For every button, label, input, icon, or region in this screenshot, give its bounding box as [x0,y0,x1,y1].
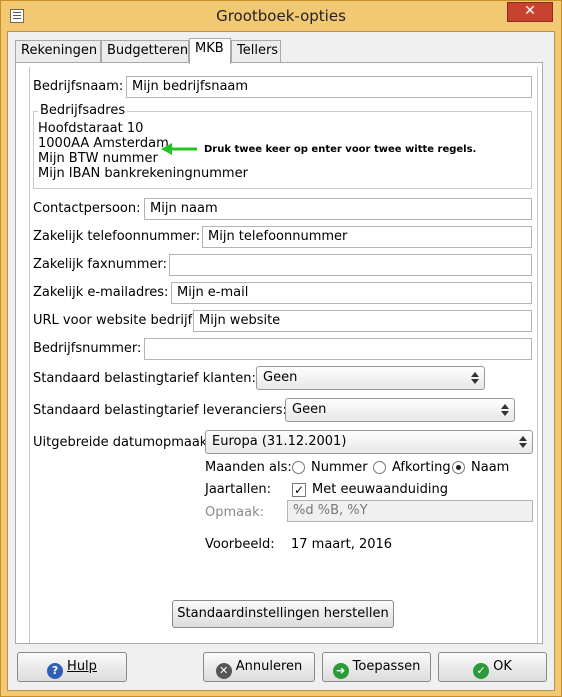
date-format-combo[interactable]: Europa (31.12.2001) [205,430,533,454]
email-label: Zakelijk e-mailadres: [33,285,169,300]
help-label: Hulp [67,659,97,674]
years-century-checkbox[interactable]: ✓ [292,483,306,497]
custom-format-field: %d %B, %Y [287,500,533,522]
phone-label: Zakelijk telefoonnummer: [33,229,201,244]
address-line: Hoofdstaraat 10 [38,121,144,136]
date-format-value: Europa (31.12.2001) [212,434,347,449]
combo-arrows-icon [470,371,480,385]
months-abbrev-radio[interactable] [373,461,386,474]
email-field[interactable]: Mijn e-mail [171,282,532,304]
custom-format-label: Opmaak: [205,505,264,520]
vendor-tax-value: Geen [292,402,327,417]
years-label: Jaartallen: [205,482,272,497]
vendor-tax-label: Standaard belastingtarief leveranciers: [33,403,287,418]
months-name-radio[interactable] [452,461,465,474]
date-format-label: Uitgebreide datumopmaak [33,435,208,450]
window-title: Grootboek-opties [216,7,346,25]
dialog-window: Grootboek-opties ✕ Rekeningen Budgettere… [0,0,562,697]
customer-tax-value: Geen [263,370,298,385]
company-id-field[interactable] [144,338,532,360]
reset-defaults-button[interactable]: Standaardinstellingen herstellen [172,600,394,628]
ok-icon: ✓ [473,663,490,679]
months-number-radio[interactable] [292,461,305,474]
contact-label: Contactpersoon: [33,201,141,216]
dialog-client: Rekeningen Budgetteren MKB Tellers Bedri… [7,31,555,691]
phone-field[interactable]: Mijn telefoonnummer [202,226,532,248]
combo-arrows-icon [518,435,528,449]
apply-icon: ➜ [332,663,349,679]
ok-label: OK [493,659,512,674]
address-group-title: Bedrijfsadres [38,103,128,118]
contact-field[interactable]: Mijn naam [144,198,532,220]
help-icon: ? [47,663,64,679]
combo-arrows-icon [500,403,510,417]
panel-divider [29,67,30,643]
close-icon: ✕ [524,3,536,19]
fax-field[interactable] [169,254,532,276]
company-name-field[interactable]: Mijn bedrijfsnaam [126,76,532,98]
years-century-label[interactable]: Met eeuwaanduiding [312,482,448,497]
address-line: Mijn IBAN bankrekeningnummer [38,166,248,181]
address-hint: Druk twee keer op enter voor twee witte … [204,144,477,155]
months-label: Maanden als: [205,460,292,475]
cancel-icon: ✕ [215,663,232,679]
cancel-button[interactable]: ✕ Annuleren [203,652,315,682]
tab-mkb[interactable]: MKB [189,38,231,64]
green-arrow-icon [161,143,197,155]
months-abbrev-label[interactable]: Afkorting [392,460,451,475]
months-name-label[interactable]: Naam [471,460,509,475]
help-button[interactable]: ? Hulp [17,652,127,682]
url-label: URL voor website bedrijf: [33,313,197,328]
company-name-label: Bedrijfsnaam: [33,79,124,94]
vendor-tax-combo[interactable]: Geen [285,398,515,422]
title-bar[interactable]: Grootboek-opties ✕ [1,1,561,31]
example-label: Voorbeeld: [205,537,275,552]
checkmark-icon: ✓ [293,483,305,497]
months-number-label[interactable]: Nummer [311,460,368,475]
apply-button[interactable]: ➜ Toepassen [322,652,431,682]
ok-button[interactable]: ✓ OK [438,652,547,682]
fax-label: Zakelijk faxnummer: [33,257,167,272]
cancel-label: Annuleren [235,659,303,674]
mkb-panel: Bedrijfsnaam: Mijn bedrijfsnaam Bedrijfs… [15,62,543,644]
panel-divider [537,67,538,643]
customer-tax-combo[interactable]: Geen [256,366,485,390]
tab-rekeningen[interactable]: Rekeningen [15,40,101,62]
tab-budgetteren[interactable]: Budgetteren [101,40,189,62]
company-id-label: Bedrijfsnummer: [33,341,142,356]
tab-tellers[interactable]: Tellers [231,40,281,62]
example-value: 17 maart, 2016 [291,537,393,552]
company-address-group: Bedrijfsadres Hoofdstaraat 10 1000AA Ams… [33,103,532,189]
customer-tax-label: Standaard belastingtarief klanten: [33,371,256,386]
close-button[interactable]: ✕ [507,2,553,22]
url-field[interactable]: Mijn website [193,310,532,332]
apply-label: Toepassen [352,659,421,674]
